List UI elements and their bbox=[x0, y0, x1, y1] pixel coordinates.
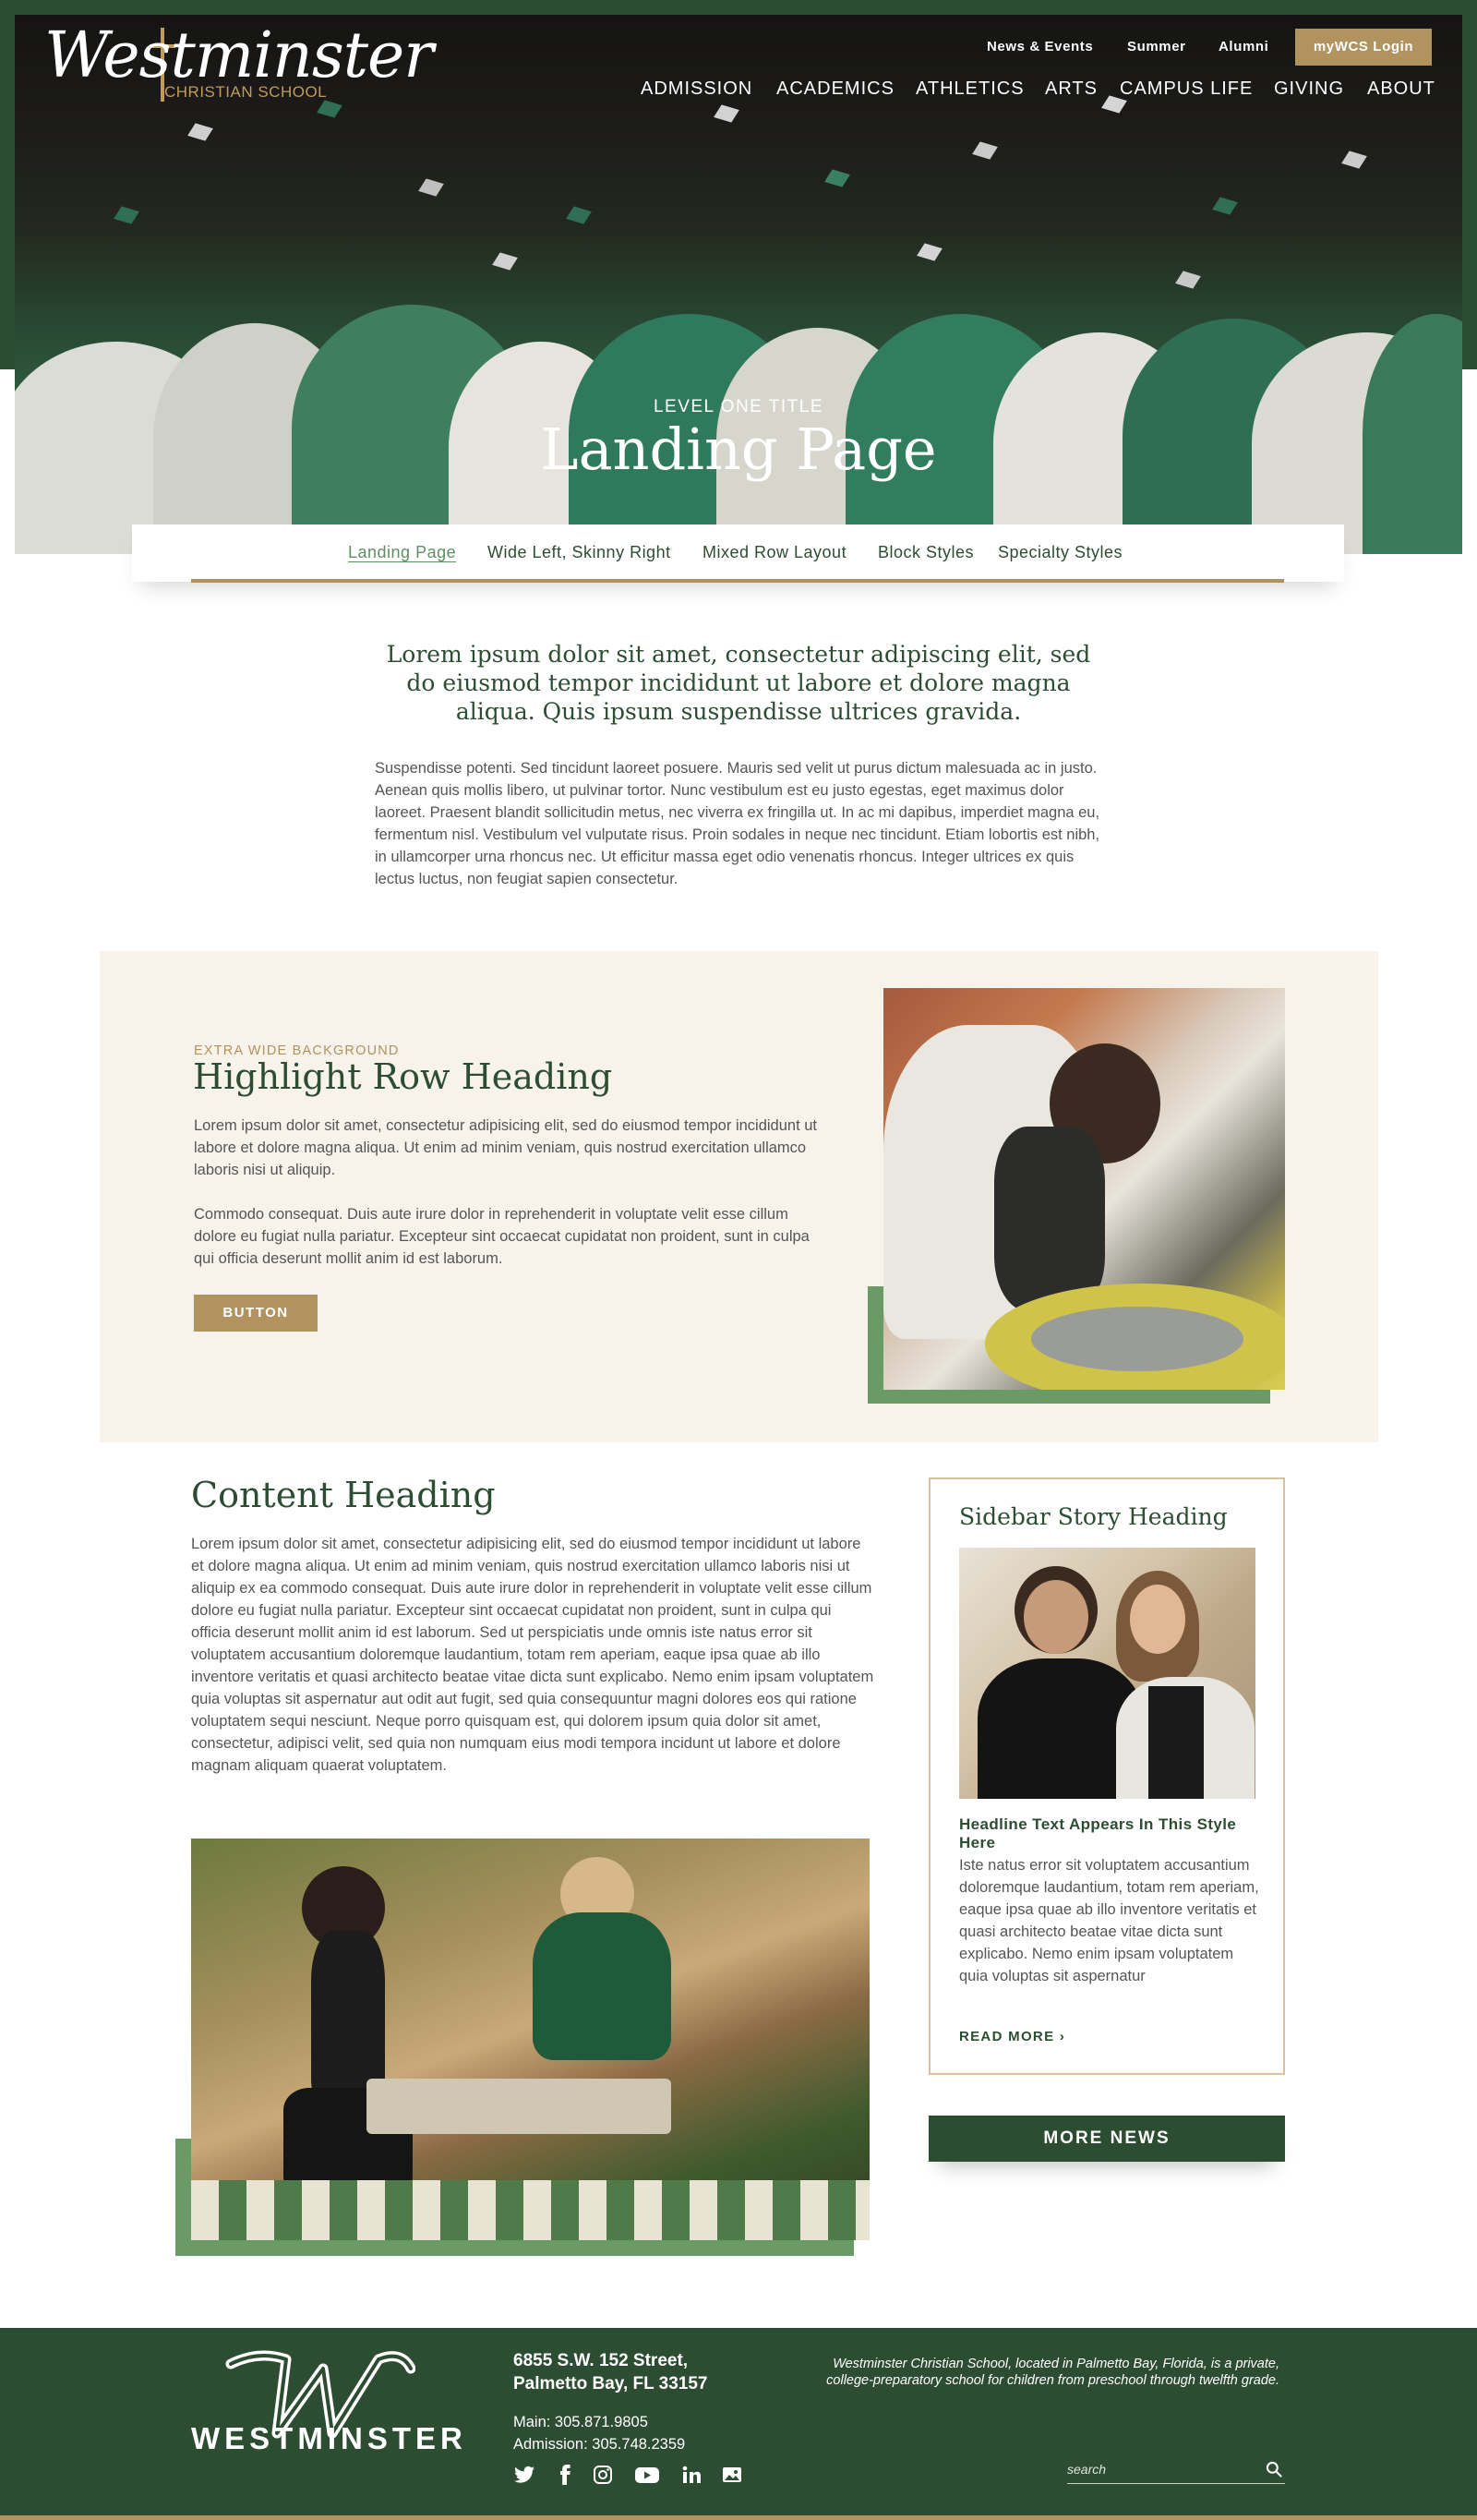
footer-main-phone[interactable]: Main: 305.871.9805 bbox=[513, 2414, 648, 2431]
footer-wordmark: WESTMINSTER bbox=[191, 2421, 467, 2455]
footer-admission-phone[interactable]: Admission: 305.748.2359 bbox=[513, 2436, 685, 2454]
nav-item-arts[interactable]: ARTS bbox=[1045, 78, 1098, 100]
nav-item-admission[interactable]: ADMISSION bbox=[641, 78, 752, 100]
highlight-paragraph-2: Commodo consequat. Duis aute irure dolor… bbox=[194, 1206, 810, 1267]
content-body: Lorem ipsum dolor sit amet, consectetur … bbox=[191, 1536, 874, 1774]
students-reading-photo bbox=[191, 1839, 870, 2240]
site-logo-subline: CHRISTIAN SCHOOL bbox=[164, 83, 328, 101]
subnav-tab-wide-left[interactable]: Wide Left, Skinny Right bbox=[487, 543, 671, 562]
utility-link-alumni[interactable]: Alumni bbox=[1219, 39, 1268, 54]
footer-bottom-accent bbox=[0, 2515, 1477, 2520]
sidebar-story-body: Iste natus error sit voluptatem accusant… bbox=[959, 1857, 1259, 1984]
sidebar-story-photo[interactable] bbox=[959, 1548, 1255, 1799]
highlight-heading: Highlight Row Heading bbox=[193, 1056, 613, 1097]
site-logo[interactable]: Westminster bbox=[44, 24, 434, 89]
intro-lead: Lorem ipsum dolor sit amet, consectetur … bbox=[386, 641, 1091, 725]
pottery-photo bbox=[883, 988, 1285, 1390]
footer-school-blurb: Westminster Christian School, located in… bbox=[826, 2357, 1279, 2388]
instagram-icon[interactable] bbox=[592, 2464, 614, 2486]
subnav-tab-specialty-styles[interactable]: Specialty Styles bbox=[998, 543, 1123, 562]
nav-item-about[interactable]: ABOUT bbox=[1367, 78, 1435, 100]
hero-title: Landing Page bbox=[540, 416, 937, 483]
sidebar-headline[interactable]: Headline Text Appears In This Style Here bbox=[959, 1815, 1255, 1852]
read-more-label: READ MORE bbox=[959, 2029, 1055, 2044]
subnav-tab-mixed-row[interactable]: Mixed Row Layout bbox=[702, 543, 847, 562]
utility-link-news-events[interactable]: News & Events bbox=[987, 39, 1093, 54]
read-more-link[interactable]: READ MORE › bbox=[959, 2029, 1065, 2044]
gallery-icon[interactable] bbox=[721, 2464, 743, 2486]
subnav-tab-landing-page[interactable]: Landing Page bbox=[348, 543, 456, 562]
facebook-icon[interactable] bbox=[554, 2464, 576, 2486]
subnav-underline bbox=[191, 579, 1284, 583]
search-input[interactable] bbox=[1067, 2456, 1252, 2482]
sidebar-heading: Sidebar Story Heading bbox=[959, 1503, 1228, 1530]
nav-item-athletics[interactable]: ATHLETICS bbox=[916, 78, 1025, 100]
content-heading: Content Heading bbox=[191, 1475, 496, 1515]
nav-item-giving[interactable]: GIVING bbox=[1274, 78, 1344, 100]
footer-address-line-1: 6855 S.W. 152 Street, bbox=[513, 2351, 689, 2370]
mywcs-login-button[interactable]: myWCS Login bbox=[1295, 29, 1432, 66]
subnav-tab-block-styles[interactable]: Block Styles bbox=[878, 543, 974, 562]
linkedin-icon[interactable] bbox=[680, 2464, 702, 2486]
utility-link-summer[interactable]: Summer bbox=[1127, 39, 1186, 54]
highlight-paragraph-1: Lorem ipsum dolor sit amet, consectetur … bbox=[194, 1117, 818, 1178]
highlight-button[interactable]: BUTTON bbox=[194, 1295, 318, 1332]
more-news-button[interactable]: MORE NEWS bbox=[929, 2116, 1285, 2162]
intro-body: Suspendisse potenti. Sed tincidunt laore… bbox=[375, 760, 1100, 887]
footer-address-line-2: Palmetto Bay, FL 33157 bbox=[513, 2374, 708, 2393]
nav-item-campus-life[interactable]: CAMPUS LIFE bbox=[1120, 78, 1253, 100]
nav-item-academics[interactable]: ACADEMICS bbox=[776, 78, 895, 100]
chevron-right-icon: › bbox=[1059, 2029, 1066, 2044]
hero-kicker: LEVEL ONE TITLE bbox=[653, 397, 824, 416]
search-icon[interactable] bbox=[1265, 2460, 1283, 2478]
twitter-icon[interactable] bbox=[513, 2464, 535, 2486]
footer-search bbox=[1067, 2456, 1285, 2484]
youtube-icon[interactable] bbox=[634, 2464, 660, 2486]
